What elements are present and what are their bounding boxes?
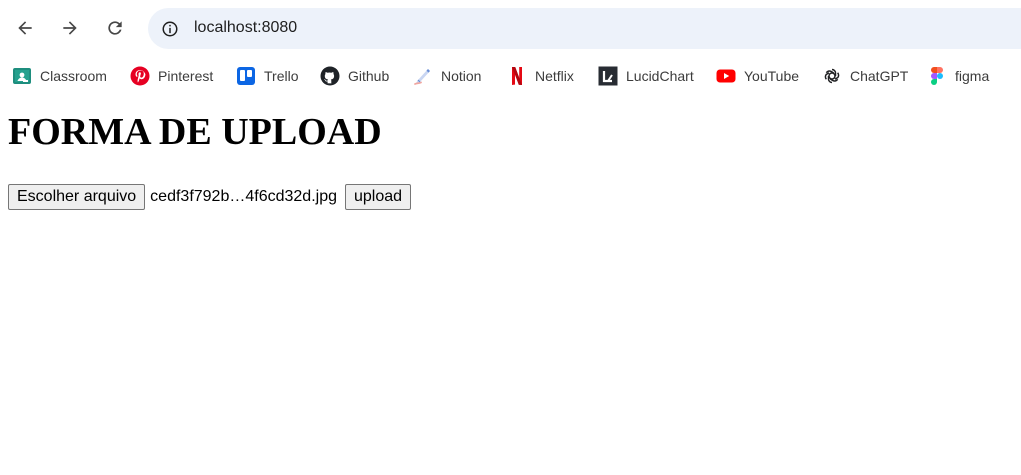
bookmark-label: Netflix (535, 68, 574, 84)
upload-button[interactable]: upload (344, 184, 412, 210)
bookmark-github[interactable]: Github (320, 64, 389, 88)
site-info-icon[interactable] (158, 17, 182, 41)
bookmark-lucidchart[interactable]: LucidChart (598, 64, 694, 88)
reload-icon (108, 21, 122, 35)
bookmark-label: YouTube (744, 68, 800, 84)
bookmark-label: Classroom (40, 68, 107, 84)
page-content: FORMA DE UPLOAD Escolher arquivo cedf3f7… (0, 94, 1021, 475)
bookmark-label: LucidChart (626, 68, 694, 84)
bookmark-notion[interactable]: Notion (413, 64, 481, 88)
bookmark-trello[interactable]: Trello (236, 64, 299, 88)
pinterest-icon (130, 66, 150, 86)
bookmark-netflix[interactable]: Netflix (507, 64, 574, 88)
browser-toolbar: localhost:8080 (0, 0, 1021, 58)
bookmarks-bar: Classroom Pinterest Trello Github Notion… (0, 58, 1021, 94)
classroom-icon (12, 66, 32, 86)
bookmark-label: ChatGPT (850, 68, 909, 84)
upload-form: Escolher arquivo cedf3f792b…4f6cd32d.jpg… (8, 184, 412, 210)
selected-file-name: cedf3f792b…4f6cd32d.jpg (150, 188, 337, 205)
youtube-icon (716, 66, 736, 86)
bookmark-figma[interactable]: figma (927, 64, 989, 88)
bookmark-label: Pinterest (158, 68, 214, 84)
trello-icon (236, 66, 256, 86)
chatgpt-icon (822, 66, 842, 86)
reload-button[interactable] (99, 12, 131, 44)
bookmark-label: Trello (264, 68, 299, 84)
page-title: FORMA DE UPLOAD (8, 111, 382, 153)
figma-icon (927, 66, 947, 86)
address-bar[interactable]: localhost:8080 (148, 8, 1021, 49)
url-text[interactable]: localhost:8080 (194, 19, 297, 37)
forward-button[interactable] (54, 12, 86, 44)
choose-file-button[interactable]: Escolher arquivo (8, 184, 146, 210)
bookmark-chatgpt[interactable]: ChatGPT (822, 64, 908, 88)
bookmark-label: figma (955, 68, 990, 84)
arrow-right-icon (63, 21, 77, 35)
back-button[interactable] (9, 12, 41, 44)
github-icon (320, 66, 340, 86)
bookmark-classroom[interactable]: Classroom (12, 64, 107, 88)
arrow-left-icon (18, 21, 32, 35)
notion-icon (413, 66, 433, 86)
bookmark-label: Github (348, 68, 390, 84)
bookmark-pinterest[interactable]: Pinterest (130, 64, 213, 88)
netflix-icon (507, 66, 527, 86)
bookmark-label: Notion (441, 68, 482, 84)
bookmark-youtube[interactable]: YouTube (716, 64, 799, 88)
lucidchart-icon (598, 66, 618, 86)
